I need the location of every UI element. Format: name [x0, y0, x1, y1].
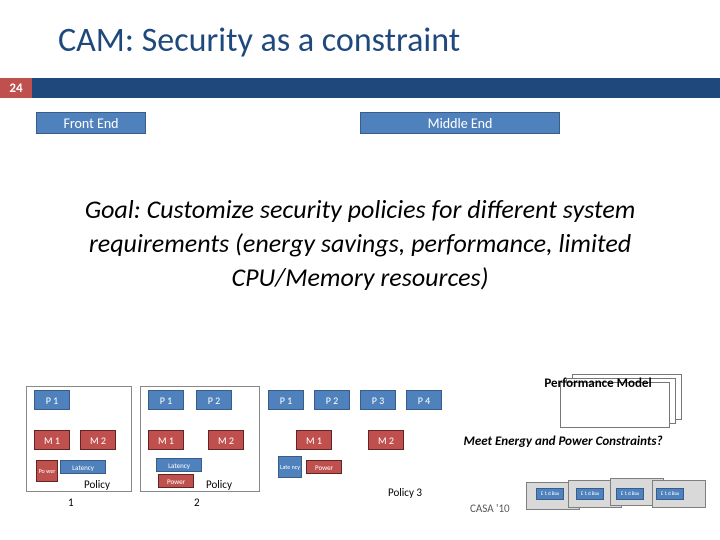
p1-box-cluster2: P 1: [148, 390, 184, 410]
title-underline-bar: [0, 78, 720, 98]
middle-end-header: Middle End: [360, 112, 560, 134]
latency-box-cluster2: Latency: [156, 458, 202, 472]
goal-text: Goal: Customize security policies for di…: [20, 193, 700, 294]
policy-label-2: Policy: [206, 478, 232, 491]
footer-casa: CASA '10: [470, 502, 510, 515]
thumbnail-cluster: E 1 d Box E 1 d Box E 1 d Box E 1 d Box: [526, 478, 716, 514]
page-number-badge: 24: [0, 78, 32, 98]
power-box-cluster1: Po wer: [36, 460, 58, 482]
power-box-cluster2: Power: [158, 474, 194, 488]
m1-box-cluster2: M 1: [148, 430, 184, 450]
p2-box-cluster2: P 2: [196, 390, 232, 410]
policy-num-2: 2: [194, 496, 200, 509]
power-box-cluster3: Power: [306, 460, 342, 474]
policy-label-1: Policy: [84, 478, 110, 491]
p1-box-cluster3: P 1: [268, 390, 304, 410]
goal-callout: Goal: Customize security policies for di…: [0, 150, 720, 338]
p2-box-cluster3: P 2: [314, 390, 350, 410]
p1-box-cluster1: P 1: [34, 390, 70, 410]
m1-box-cluster3: M 1: [296, 430, 332, 450]
policy-label-3: Policy 3: [388, 486, 422, 499]
tiny-box-2: E 1 d Box: [576, 488, 604, 500]
m2-box-cluster1: M 2: [80, 430, 116, 450]
p4-box-cluster3: P 4: [406, 390, 442, 410]
m1-box-cluster1: M 1: [34, 430, 70, 450]
p3-box-cluster3: P 3: [360, 390, 396, 410]
latency-box-cluster1: Latency: [60, 460, 106, 474]
tiny-box-1: E 1 d Box: [536, 488, 564, 500]
tiny-box-4: E 1 d Box: [656, 488, 684, 500]
front-end-header: Front End: [36, 112, 146, 134]
latency-box-cluster3: Late ncy: [278, 456, 302, 478]
tiny-box-3: E 1 d Box: [616, 488, 644, 500]
policy-num-1: 1: [68, 496, 74, 509]
slide-title: CAM: Security as a constraint: [58, 20, 460, 61]
m2-box-cluster3: M 2: [368, 430, 404, 450]
m2-box-cluster2: M 2: [208, 430, 244, 450]
